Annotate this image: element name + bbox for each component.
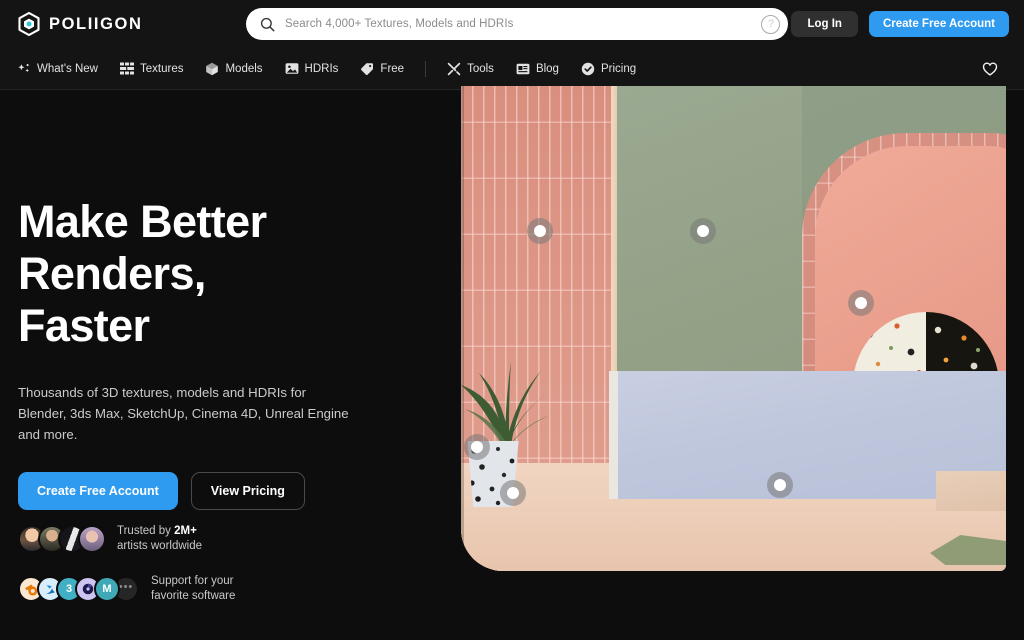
nav-item-models[interactable]: Models: [194, 48, 273, 90]
top-bar: POLIIGON Search 4,000+ Textures, Models …: [0, 0, 1024, 48]
nav-item-blog[interactable]: Blog: [505, 48, 570, 90]
trusted-by-text: Trusted by 2M+ artists worldwide: [117, 524, 202, 554]
create-free-account-button-header[interactable]: Create Free Account: [868, 11, 1009, 37]
software-support: 3 M ••• Support for your favorite softwa…: [18, 574, 418, 604]
nav-item-pricing[interactable]: Pricing: [570, 48, 647, 90]
bench-edge: [609, 371, 618, 499]
poliigon-hexagon-logo-icon: [18, 11, 40, 37]
cube-icon: [205, 62, 219, 76]
page-title: Make Better Renders, Faster: [18, 196, 267, 351]
nav-item-tools[interactable]: Tools: [436, 48, 505, 90]
nav-item-label: Models: [225, 62, 263, 75]
software-support-text: Support for your favorite software: [151, 574, 235, 604]
nav-item-label: Tools: [467, 62, 494, 75]
image-icon: [285, 62, 299, 76]
brand-logo[interactable]: POLIIGON: [18, 11, 218, 37]
nav-item-free[interactable]: Free: [349, 48, 415, 90]
maya-glyph: M: [102, 583, 112, 595]
main-nav: What's New Textures Models HDRIs Free To…: [0, 48, 1024, 90]
hotspot-pink-tile[interactable]: [527, 218, 553, 244]
hotspot-marble-bench[interactable]: [767, 472, 793, 498]
software-text-line2: favorite software: [151, 590, 236, 602]
hero-subheading: Thousands of 3D textures, models and HDR…: [18, 385, 349, 442]
search-icon: [260, 17, 275, 32]
help-icon[interactable]: ?: [761, 14, 781, 34]
top-bar-actions: ? Log In Create Free Account: [761, 0, 1009, 48]
software-text-line1: Support for your: [151, 575, 234, 587]
hotspot-terrazzo-pot[interactable]: [500, 480, 526, 506]
hotspot-plant-leaf[interactable]: [464, 434, 490, 460]
floor-step: [936, 471, 1006, 511]
nav-separator: [425, 60, 427, 77]
article-icon: [516, 62, 530, 76]
page-root: POLIIGON Search 4,000+ Textures, Models …: [0, 0, 1024, 640]
nav-item-whats-new[interactable]: What's New: [17, 48, 109, 90]
nav-item-hdris[interactable]: HDRIs: [274, 48, 350, 90]
tag-icon: [360, 62, 374, 76]
hero-content: Make Better Renders, Faster Thousands of…: [18, 196, 418, 604]
avatar-group: [18, 525, 106, 553]
software-icon-group: 3 M •••: [18, 576, 139, 602]
search-bar[interactable]: Search 4,000+ Textures, Models and HDRIs: [246, 8, 788, 40]
brick-grid-icon: [120, 62, 134, 76]
hero-image[interactable]: [461, 86, 1006, 571]
nav-item-label: Pricing: [600, 62, 637, 75]
create-free-account-button-hero[interactable]: Create Free Account: [18, 472, 178, 510]
hotspot-green-wall[interactable]: [690, 218, 716, 244]
sparkle-icon: [17, 62, 31, 76]
nav-item-label: Blog: [535, 62, 559, 75]
brand-name: POLIIGON: [49, 14, 143, 33]
hotspot-terrazzo[interactable]: [848, 290, 874, 316]
rendered-scene: [461, 86, 1006, 571]
nav-items: What's New Textures Models HDRIs Free To…: [17, 48, 647, 90]
avatar: [78, 525, 106, 553]
heart-icon[interactable]: [981, 60, 999, 78]
nav-item-label: Textures: [140, 62, 184, 75]
search-input-placeholder[interactable]: Search 4,000+ Textures, Models and HDRIs: [285, 18, 513, 30]
hero-cta-row: Create Free Account View Pricing: [18, 472, 418, 510]
image-left-edge: [461, 86, 464, 571]
tools-icon: [447, 62, 461, 76]
nav-item-textures[interactable]: Textures: [109, 48, 194, 90]
3ds-max-glyph: 3: [65, 583, 73, 595]
trusted-prefix: Trusted by: [117, 525, 175, 537]
trusted-count: 2M+: [174, 525, 197, 537]
nav-item-label: HDRIs: [304, 62, 339, 75]
maya-icon: M: [94, 576, 120, 602]
social-proof: Trusted by 2M+ artists worldwide: [18, 524, 418, 554]
trusted-suffix: artists worldwide: [117, 540, 202, 552]
nav-item-label: What's New: [37, 62, 98, 75]
nav-item-label: Free: [380, 62, 405, 75]
login-button[interactable]: Log In: [791, 11, 858, 37]
view-pricing-button[interactable]: View Pricing: [190, 472, 305, 510]
check-badge-icon: [581, 62, 595, 76]
